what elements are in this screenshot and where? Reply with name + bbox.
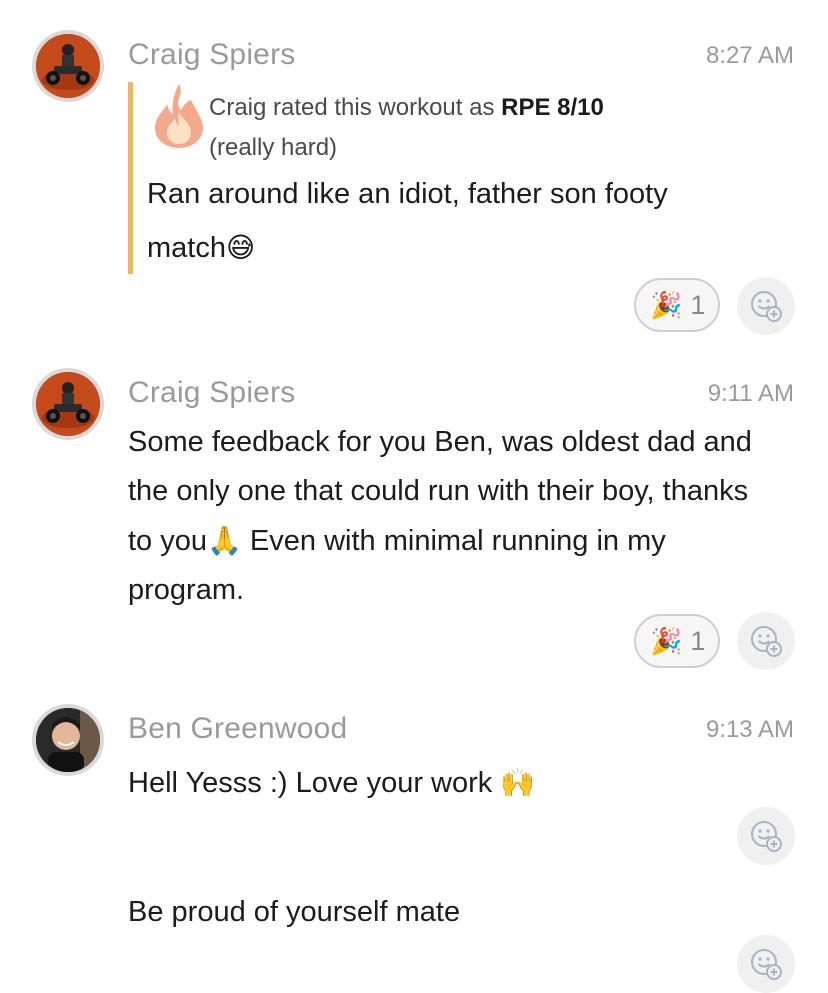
add-reaction-icon xyxy=(751,626,782,657)
message-text: Hell Yesss :) Love your work 🙌 xyxy=(128,758,778,808)
party-popper-icon: 🎉 xyxy=(650,290,683,320)
timestamp: 8:27 AM xyxy=(705,42,794,69)
sender-name: Ben Greenwood xyxy=(128,712,348,745)
raised-hands-emoji: 🙌 xyxy=(500,766,536,799)
fire-icon xyxy=(155,84,203,148)
add-reaction-icon xyxy=(751,291,782,322)
avatar[interactable] xyxy=(32,30,104,102)
reaction-pill[interactable]: 🎉 1 xyxy=(634,278,720,332)
sweat-smile-emoji: 😅 xyxy=(225,231,256,264)
add-reaction-icon xyxy=(751,949,782,980)
add-reaction-icon xyxy=(751,821,782,852)
add-reaction-button[interactable] xyxy=(737,807,795,865)
reaction-pill[interactable]: 🎉 1 xyxy=(634,614,720,668)
add-reaction-button[interactable] xyxy=(737,612,795,670)
avatar[interactable] xyxy=(32,704,104,776)
timestamp: 9:13 AM xyxy=(705,716,794,743)
sender-name: Craig Spiers xyxy=(128,376,296,409)
message-text-body: Hell Yesss :) Love your work xyxy=(128,767,501,799)
reaction-count: 1 xyxy=(690,625,706,656)
rpe-card: Craig rated this workout as RPE 8/10 (re… xyxy=(128,82,768,274)
rpe-description: (really hard) xyxy=(209,134,338,161)
message-text: Ran around like an idiot, father son foo… xyxy=(147,168,747,275)
message-text-followup: Be proud of yourself mate xyxy=(128,896,461,928)
folded-hands-emoji: 🙏 xyxy=(207,524,242,557)
atv-rider-image xyxy=(36,372,100,436)
sender-name: Craig Spiers xyxy=(128,38,296,71)
atv-rider-image xyxy=(36,34,100,98)
rpe-prefix: Craig rated this workout as xyxy=(209,94,502,121)
add-reaction-button[interactable] xyxy=(737,935,795,993)
message-text: Some feedback for you Ben, was oldest da… xyxy=(128,418,768,615)
rpe-value: RPE 8/10 xyxy=(501,94,604,121)
add-reaction-button[interactable] xyxy=(737,277,795,335)
avatar[interactable] xyxy=(32,368,104,440)
reaction-count: 1 xyxy=(690,289,706,320)
rpe-rating: Craig rated this workout as RPE 8/10 xyxy=(209,94,604,122)
profile-photo xyxy=(36,708,100,772)
timestamp: 9:11 AM xyxy=(707,380,794,407)
party-popper-icon: 🎉 xyxy=(650,626,683,656)
